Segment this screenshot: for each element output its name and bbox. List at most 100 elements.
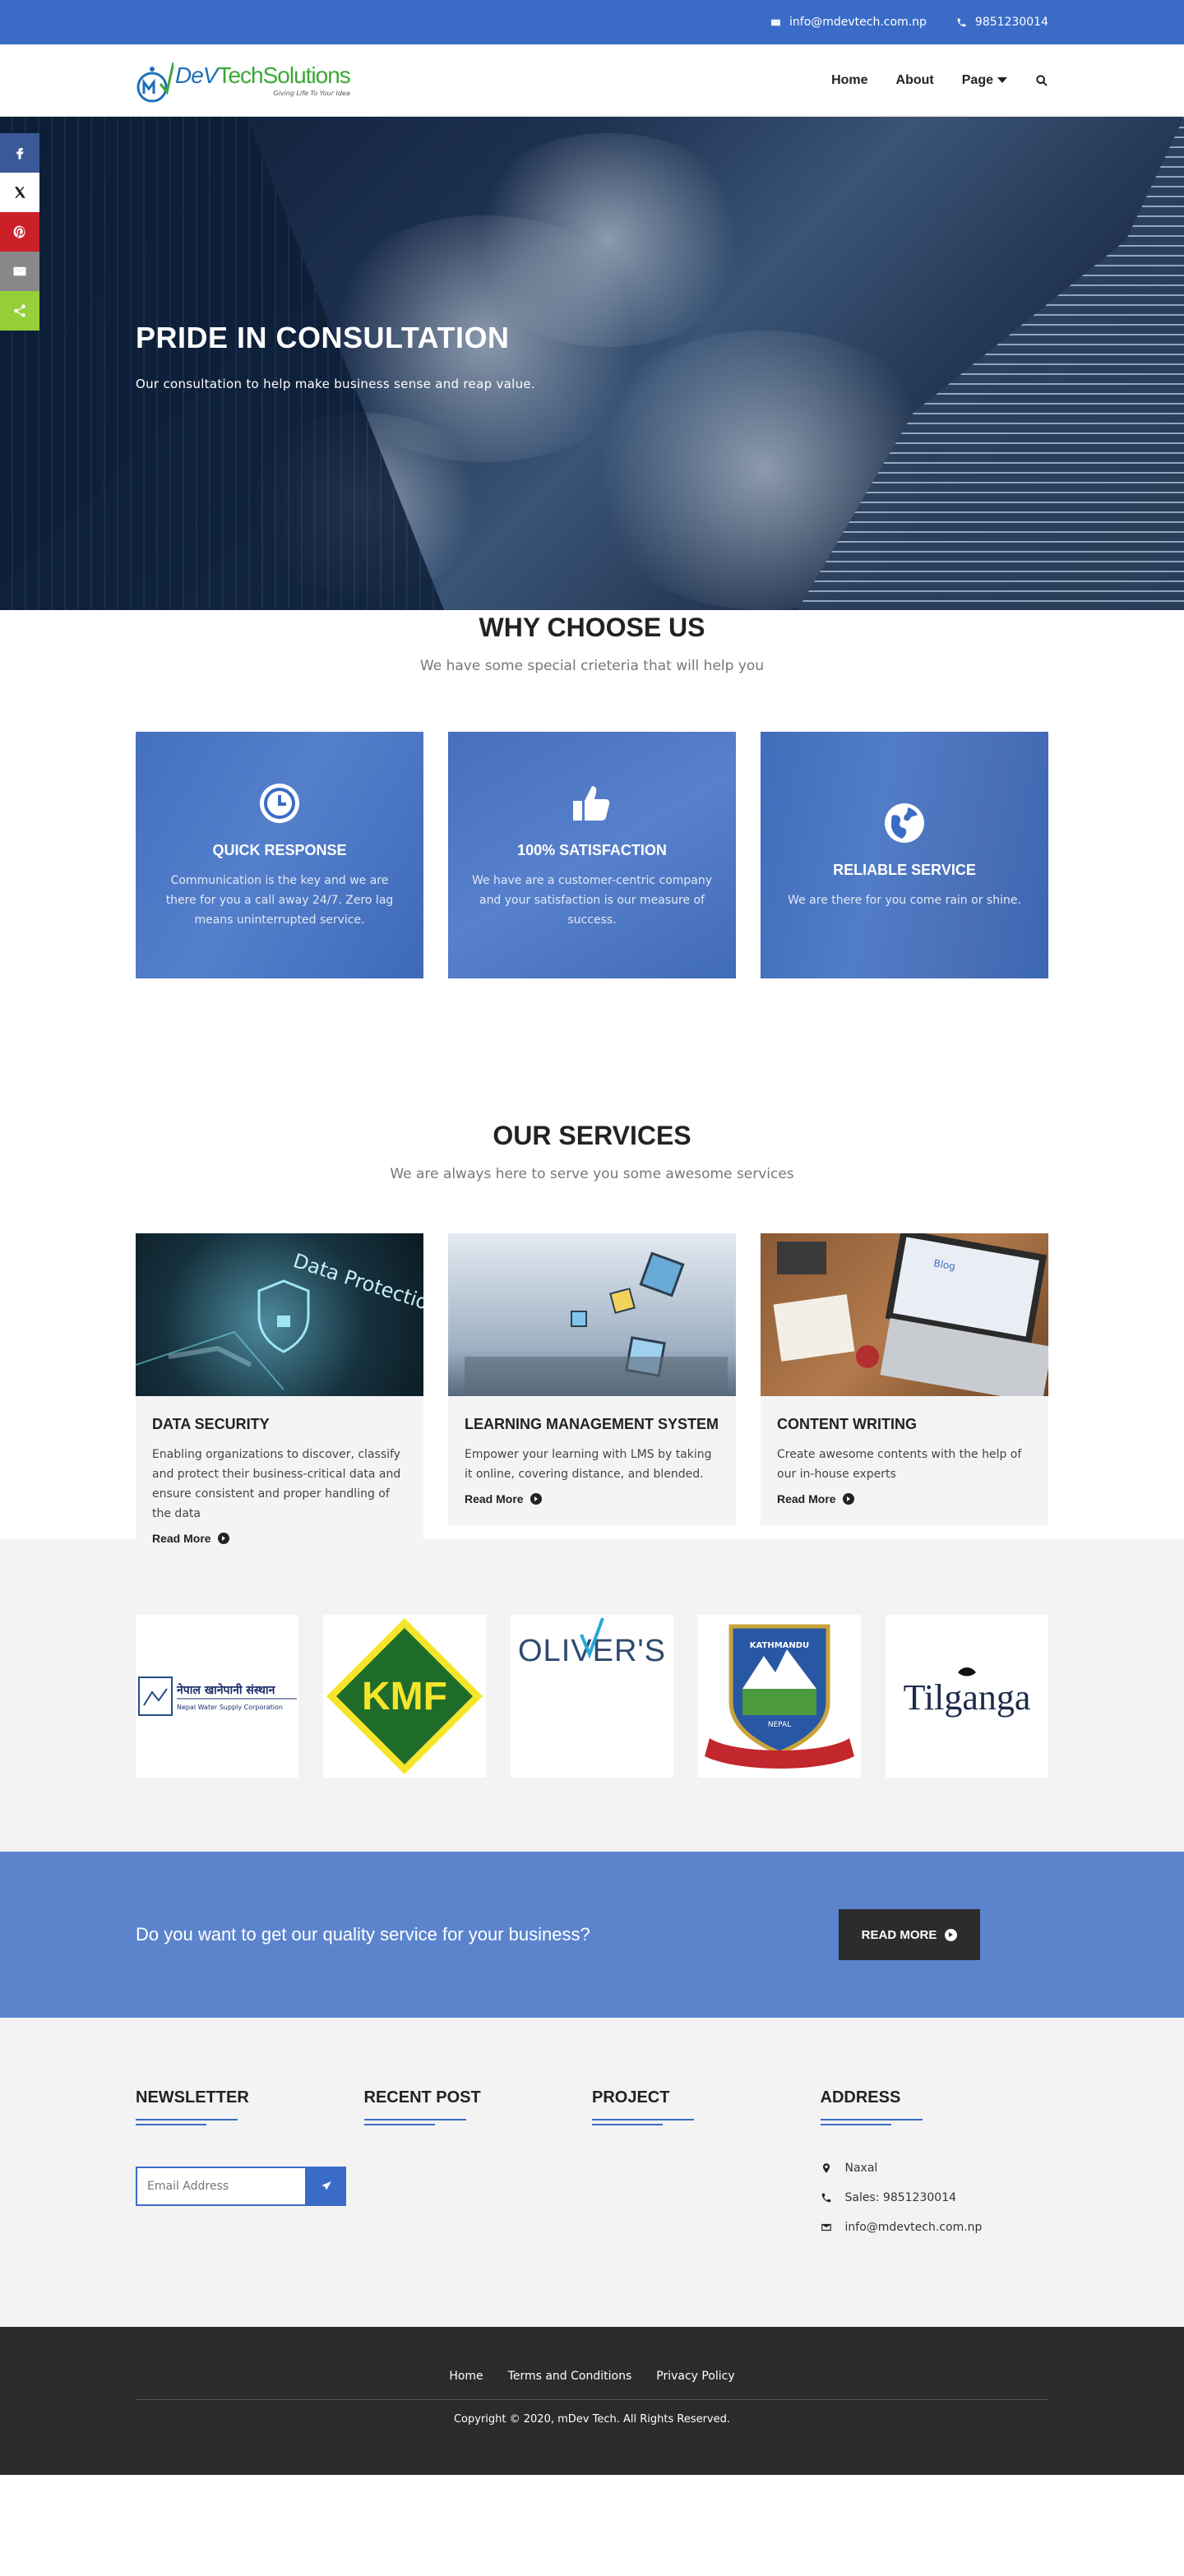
feature-card-quick-response: QUICK RESPONSE Communication is the key … <box>136 732 423 978</box>
footer-project: PROJECT <box>592 2088 821 2242</box>
cta-text: Do you want to get our quality service f… <box>136 1924 590 1945</box>
heading-underline <box>136 2119 238 2125</box>
nav-home[interactable]: Home <box>831 73 867 88</box>
heading-underline <box>592 2119 694 2125</box>
service-text: Create awesome contents with the help of… <box>777 1448 1022 1481</box>
newsletter-submit-button[interactable] <box>307 2167 346 2206</box>
envelope-icon <box>13 266 26 276</box>
card-title: QUICK RESPONSE <box>212 841 347 858</box>
footer-bottom: Home Terms and Conditions Privacy Policy… <box>0 2327 1184 2475</box>
email-share-button[interactable] <box>0 252 39 291</box>
why-choose-us-section: WHY CHOOSE US We have some special criet… <box>0 610 1184 1565</box>
logo-m-mark <box>136 62 173 103</box>
phone-icon <box>821 2193 830 2203</box>
read-more-link[interactable]: Read More <box>152 1532 407 1545</box>
why-subtitle: We have some special crieteria that will… <box>419 658 765 674</box>
content-writing-illustration: Blog <box>773 1233 1048 1396</box>
copyright-text: Copyright © 2020, mDev Tech. All Rights … <box>453 2413 731 2426</box>
hero-cloud <box>460 133 756 347</box>
thumbs-up-icon <box>573 785 610 821</box>
client-logo-olivers[interactable]: OLIVER'S <box>511 1615 673 1778</box>
footer-recent-post: RECENT POST <box>363 2088 593 2242</box>
x-icon <box>15 187 25 198</box>
address-email[interactable]: info@mdevtech.com.np <box>821 2213 1049 2242</box>
feature-card-satisfaction: 100% SATISFACTION We have are a customer… <box>448 732 736 978</box>
card-text: We have are a customer-centric company a… <box>471 873 713 927</box>
cta-button-label: READ MORE <box>861 1927 937 1942</box>
client-sub-text: Nepal Water Supply Corporation <box>177 1704 283 1711</box>
footer-newsletter: NEWSLETTER <box>136 2088 364 2242</box>
caret-down-icon <box>997 77 1007 84</box>
topbar-phone-text: 9851230014 <box>974 16 1048 29</box>
card-text: We are there for you come rain or shine. <box>788 893 1021 907</box>
services-subtitle: We are always here to serve you some awe… <box>390 1166 794 1182</box>
topbar-phone[interactable]: 9851230014 <box>956 16 1048 29</box>
client-name-text: Tilganga <box>904 1677 1031 1718</box>
social-share-bar <box>0 133 39 331</box>
top-contact-bar: info@mdevtech.com.np 9851230014 <box>0 0 1184 44</box>
newsletter-email-input[interactable] <box>136 2167 307 2206</box>
feature-card-reliable-service: RELIABLE SERVICE We are there for you co… <box>761 732 1048 978</box>
address-email-text: info@mdevtech.com.np <box>844 2221 983 2234</box>
arrow-circle-right-icon <box>530 1493 542 1505</box>
phone-icon <box>957 18 966 26</box>
share-icon <box>14 304 25 317</box>
pinterest-share-button[interactable] <box>0 212 39 252</box>
paper-plane-icon <box>321 2181 331 2190</box>
client-logo-school-crest[interactable]: KATHMANDU NEPAL <box>698 1615 861 1778</box>
logo-wordmark: DeVTechSolutions <box>175 62 351 88</box>
topbar-email[interactable]: info@mdevtech.com.np <box>770 16 927 29</box>
search-icon[interactable] <box>1035 74 1048 87</box>
address-phone[interactable]: Sales: 9851230014 <box>821 2183 1049 2213</box>
our-services-section: OUR SERVICES We are always here to serve… <box>0 1118 1184 1565</box>
logo-tagline: Giving Life To Your Idea <box>273 90 350 97</box>
service-title: DATA SECURITY <box>152 1416 270 1432</box>
hero-slider: PRIDE IN CONSULTATION Our consultation t… <box>0 117 1184 610</box>
client-logo-kmf[interactable]: KMF <box>323 1615 486 1778</box>
client-name-text: KMF <box>362 1675 447 1718</box>
nav-page-dropdown[interactable]: Page <box>962 73 1007 88</box>
footer-heading: PROJECT <box>592 2088 670 2107</box>
nav-page-label: Page <box>961 73 993 87</box>
arrow-circle-right-icon <box>842 1493 854 1505</box>
service-text: Empower your learning with LMS by taking… <box>465 1448 712 1481</box>
address-location: Naxal <box>821 2153 1049 2183</box>
services-title: OUR SERVICES <box>493 1121 691 1150</box>
client-sub-text: NEPAL <box>768 1721 791 1729</box>
facebook-icon <box>16 148 24 160</box>
cta-read-more-button[interactable]: READ MORE <box>839 1909 980 1960</box>
image-caption: Data Protection <box>290 1249 423 1318</box>
service-image-lms <box>448 1233 736 1396</box>
arrow-circle-right-icon <box>217 1533 229 1544</box>
envelope-icon <box>771 19 780 25</box>
footer-link-home[interactable]: Home <box>449 2370 483 2383</box>
service-image-content-writing: Blog <box>761 1233 1048 1396</box>
nav-about[interactable]: About <box>896 73 934 88</box>
service-title: CONTENT WRITING <box>777 1416 917 1432</box>
heading-underline <box>820 2119 923 2125</box>
pinterest-icon <box>13 225 25 238</box>
read-more-link[interactable]: Read More <box>465 1492 719 1505</box>
service-image-data-protection: Data Protection <box>136 1233 423 1396</box>
heading-underline <box>363 2119 466 2125</box>
facebook-share-button[interactable] <box>0 133 39 173</box>
site-logo[interactable]: DeVTechSolutions Giving Life To Your Ide… <box>136 56 351 105</box>
cta-banner: Do you want to get our quality service f… <box>0 1852 1184 2018</box>
logo-dev-text: DeV <box>175 62 218 88</box>
client-logo-nwsc[interactable]: नेपाल खानेपानी संस्थान Nepal Water Suppl… <box>136 1615 298 1778</box>
read-more-label: Read More <box>152 1532 211 1545</box>
hero-subtitle: Our consultation to help make business s… <box>136 377 535 391</box>
envelope-outline-icon <box>821 2223 831 2231</box>
arrow-circle-right-icon <box>945 1928 958 1941</box>
lms-illustration <box>465 1251 728 1396</box>
client-logo-tilganga[interactable]: Tilganga <box>886 1615 1048 1778</box>
read-more-label: Read More <box>777 1492 836 1505</box>
x-share-button[interactable] <box>0 173 39 212</box>
footer-link-privacy[interactable]: Privacy Policy <box>656 2370 734 2383</box>
more-share-button[interactable] <box>0 291 39 331</box>
footer-link-terms[interactable]: Terms and Conditions <box>508 2370 632 2383</box>
read-more-link[interactable]: Read More <box>777 1492 1032 1505</box>
service-text: Enabling organizations to discover, clas… <box>152 1448 401 1520</box>
footer-heading: NEWSLETTER <box>136 2088 249 2107</box>
footer-widgets: NEWSLETTER RECENT POST PROJECT ADDRESS <box>0 2018 1184 2327</box>
